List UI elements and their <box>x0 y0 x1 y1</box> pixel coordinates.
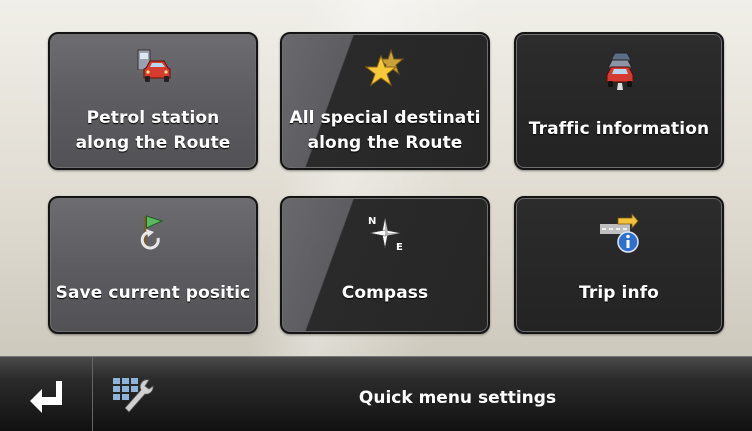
return-arrow-icon <box>30 381 62 413</box>
compass-east-letter: E <box>396 242 403 253</box>
bottom-toolbar: Quick menu settings <box>0 356 752 431</box>
quick-menu-settings-button[interactable]: Quick menu settings <box>93 357 752 431</box>
compass-icon: N E <box>368 216 403 253</box>
quick-menu-settings-label: Quick menu settings <box>358 388 557 408</box>
petrol-station-label-line2: along the Route <box>75 133 231 153</box>
stars-icon <box>364 48 405 87</box>
petrol-station-label-line1: Petrol station <box>86 108 220 128</box>
traffic-jam-icon <box>606 52 634 90</box>
special-destinations-button[interactable]: All special destinati along the Route <box>280 32 490 170</box>
compass-label: Compass <box>341 283 429 303</box>
special-destinations-label-line1: All special destinati <box>289 108 481 128</box>
flag-save-icon <box>140 215 164 250</box>
traffic-information-label: Traffic information <box>528 119 710 139</box>
trip-info-label: Trip info <box>579 283 659 303</box>
trip-info-button[interactable]: Trip info <box>514 196 724 334</box>
back-button[interactable] <box>0 357 93 431</box>
compass-button[interactable]: N E Compass <box>280 196 490 334</box>
petrol-station-car-icon <box>136 49 171 82</box>
special-destinations-label-line2: along the Route <box>307 133 463 153</box>
save-current-position-label: Save current positic <box>55 283 251 303</box>
petrol-station-button[interactable]: Petrol station along the Route <box>48 32 258 170</box>
save-current-position-button[interactable]: Save current positic <box>48 196 258 334</box>
trip-info-icon <box>600 212 639 253</box>
compass-north-letter: N <box>368 216 376 227</box>
traffic-information-button[interactable]: Traffic information <box>514 32 724 170</box>
